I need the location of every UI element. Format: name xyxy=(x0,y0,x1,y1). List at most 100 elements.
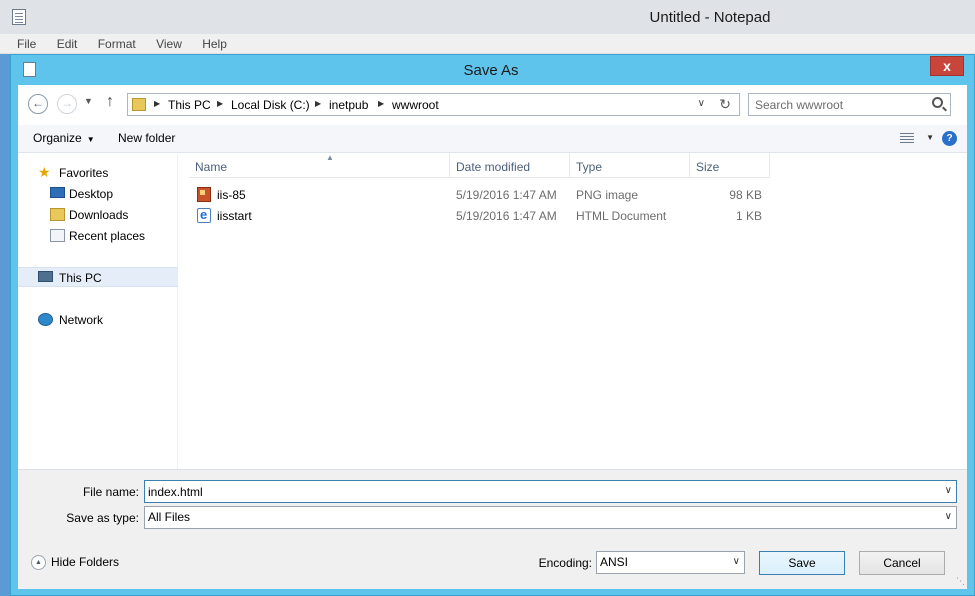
file-name-input[interactable] xyxy=(148,484,928,500)
notepad-icon xyxy=(12,9,26,25)
chevron-down-icon[interactable]: ∨ xyxy=(945,485,952,496)
sort-ascending-icon: ▲ xyxy=(326,153,334,162)
nav-label: This PC xyxy=(59,271,102,285)
address-bar[interactable]: ▶ This PC ▶ Local Disk (C:) ▶ inetpub ▶ … xyxy=(127,93,740,116)
folder-icon xyxy=(132,98,146,111)
file-type: PNG image xyxy=(576,188,639,202)
html-file-icon xyxy=(197,207,211,223)
file-row[interactable]: iis-85 5/19/2016 1:47 AM PNG image 98 KB xyxy=(179,185,779,206)
dialog-body: ← → ▼ ↑ ▶ This PC ▶ Local Disk (C:) ▶ in… xyxy=(18,85,967,589)
file-date: 5/19/2016 1:47 AM xyxy=(456,188,557,202)
notepad-menubar: File Edit Format View Help xyxy=(0,34,975,54)
menu-view[interactable]: View xyxy=(156,34,182,51)
help-icon[interactable]: ? xyxy=(942,131,957,146)
forward-arrow-icon: → xyxy=(61,96,73,110)
menu-help[interactable]: Help xyxy=(202,34,227,51)
save-button[interactable]: Save xyxy=(759,551,845,575)
nav-item-favorites[interactable]: ★ Favorites xyxy=(18,163,178,183)
view-details-icon[interactable] xyxy=(900,133,914,144)
column-label: Name xyxy=(195,160,228,174)
save-as-type-label: Save as type: xyxy=(66,511,139,525)
nav-item-recent-places[interactable]: Recent places xyxy=(18,226,178,246)
computer-icon xyxy=(38,271,53,282)
save-form: File name: ∨ Save as type: All Files ∨ ▲… xyxy=(18,469,967,589)
navigation-pane: ★ Favorites Desktop Downloads Recent pla… xyxy=(18,154,178,469)
hide-folders-button[interactable]: ▲ Hide Folders xyxy=(31,555,120,571)
crumb-local-disk[interactable]: Local Disk (C:) xyxy=(231,98,310,112)
collapse-up-icon: ▲ xyxy=(31,555,46,571)
downloads-folder-icon xyxy=(50,208,65,221)
nav-item-desktop[interactable]: Desktop xyxy=(18,184,178,204)
nav-item-network[interactable]: Network xyxy=(18,310,178,330)
view-options-dropdown-icon[interactable]: ▼ xyxy=(926,133,934,142)
column-header-date[interactable]: Date modified xyxy=(450,154,570,178)
nav-label: Favorites xyxy=(59,166,109,180)
file-name: iis-85 xyxy=(217,188,246,202)
notepad-titlebar: Untitled - Notepad xyxy=(0,0,975,34)
back-button[interactable]: ← xyxy=(28,94,48,114)
organize-button[interactable]: Organize ▼ xyxy=(33,131,95,145)
crumb-this-pc[interactable]: This PC xyxy=(168,98,211,112)
search-input[interactable] xyxy=(755,97,925,113)
up-arrow-icon[interactable]: ↑ xyxy=(106,93,114,111)
encoding-value: ANSI xyxy=(600,555,629,569)
menu-file[interactable]: File xyxy=(17,34,36,51)
column-header-name[interactable]: Name ▲ xyxy=(189,153,450,178)
crumb-separator-icon[interactable]: ▶ xyxy=(217,99,223,108)
crumb-inetpub[interactable]: inetpub xyxy=(329,98,368,112)
crumb-wwwroot[interactable]: wwwroot xyxy=(392,98,439,112)
dialog-titlebar[interactable]: Save As x xyxy=(11,55,974,85)
star-icon: ★ xyxy=(38,164,51,180)
nav-item-this-pc[interactable]: This PC xyxy=(18,267,178,287)
crumb-separator-icon[interactable]: ▶ xyxy=(315,99,321,108)
notepad-icon xyxy=(23,62,36,77)
file-name: iisstart xyxy=(217,209,252,223)
cancel-button[interactable]: Cancel xyxy=(859,551,945,575)
save-as-dialog: Save As x ← → ▼ ↑ ▶ This PC ▶ Local Disk… xyxy=(10,54,975,596)
nav-label: Recent places xyxy=(69,229,146,243)
file-row[interactable]: iisstart 5/19/2016 1:47 AM HTML Document… xyxy=(179,206,779,227)
recent-places-icon xyxy=(50,229,65,242)
nav-item-downloads[interactable]: Downloads xyxy=(18,205,178,225)
chevron-down-icon[interactable]: ∨ xyxy=(698,98,705,109)
crumb-separator-icon[interactable]: ▶ xyxy=(154,99,160,108)
dialog-title: Save As xyxy=(463,62,519,79)
close-button[interactable]: x xyxy=(930,56,964,76)
recent-locations-dropdown-icon[interactable]: ▼ xyxy=(84,96,93,106)
encoding-select[interactable]: ANSI ∨ xyxy=(596,551,745,574)
new-folder-button[interactable]: New folder xyxy=(118,131,175,145)
file-list: Name ▲ Date modified Type Size iis-85 5/… xyxy=(179,153,967,469)
organize-label: Organize xyxy=(33,131,82,145)
command-toolbar: Organize ▼ New folder ▼ ? xyxy=(18,125,967,153)
file-size: 1 KB xyxy=(735,209,762,223)
resize-grip-icon[interactable]: ⋱ xyxy=(956,576,965,587)
refresh-icon[interactable]: ↻ xyxy=(719,96,731,113)
column-header-size[interactable]: Size xyxy=(690,154,770,178)
chevron-down-icon: ∨ xyxy=(732,556,740,567)
png-file-icon xyxy=(197,187,211,202)
file-type: HTML Document xyxy=(576,209,667,223)
search-box[interactable] xyxy=(748,93,951,116)
back-arrow-icon: ← xyxy=(32,96,44,110)
file-name-combo[interactable]: ∨ xyxy=(144,480,957,503)
save-as-type-select[interactable]: All Files ∨ xyxy=(144,506,957,529)
address-row: ← → ▼ ↑ ▶ This PC ▶ Local Disk (C:) ▶ in… xyxy=(18,85,967,125)
crumb-separator-icon[interactable]: ▶ xyxy=(378,99,384,108)
file-date: 5/19/2016 1:47 AM xyxy=(456,209,557,223)
caret-down-icon: ▼ xyxy=(86,135,95,144)
nav-label: Downloads xyxy=(69,208,129,222)
column-header-type[interactable]: Type xyxy=(570,154,690,178)
menu-edit[interactable]: Edit xyxy=(57,34,78,51)
file-size: 98 KB xyxy=(729,188,762,202)
encoding-label: Encoding: xyxy=(538,556,592,570)
search-icon[interactable] xyxy=(932,97,943,108)
menu-format[interactable]: Format xyxy=(98,34,136,51)
nav-label: Network xyxy=(59,313,104,327)
chevron-down-icon: ∨ xyxy=(944,511,952,522)
notepad-title: Untitled - Notepad xyxy=(649,9,771,26)
file-name-label: File name: xyxy=(82,485,139,499)
nav-label: Desktop xyxy=(69,187,114,201)
network-icon xyxy=(38,313,53,326)
forward-button[interactable]: → xyxy=(57,94,77,114)
hide-folders-label: Hide Folders xyxy=(51,555,120,569)
